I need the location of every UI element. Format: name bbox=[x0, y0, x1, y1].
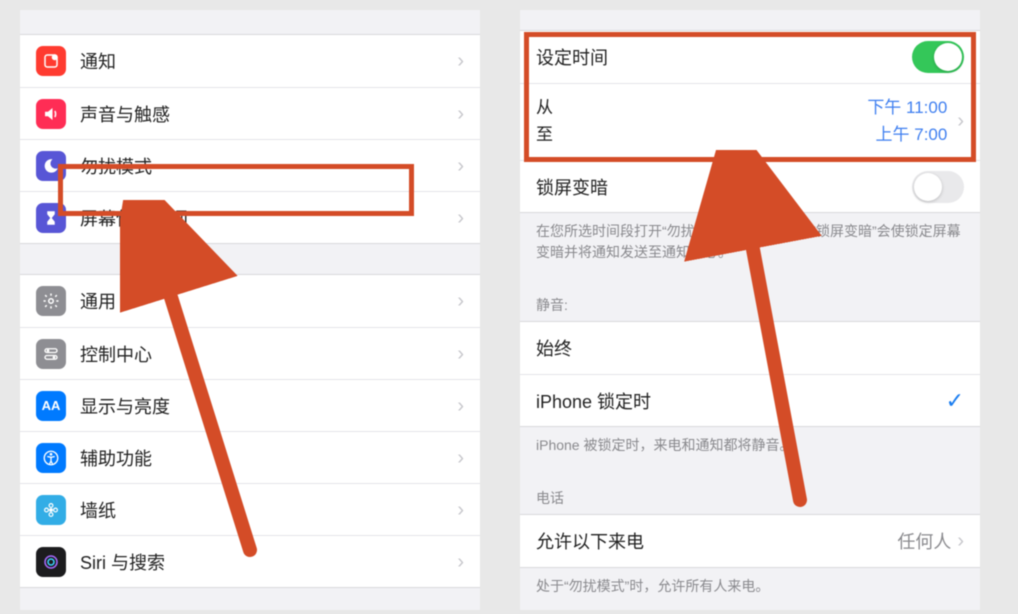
row-display[interactable]: AA 显示与亮度 bbox=[20, 379, 480, 431]
row-label: 勿扰模式 bbox=[80, 153, 457, 179]
row-accessibility[interactable]: 辅助功能 bbox=[20, 431, 480, 483]
silence-header: 静音: bbox=[520, 277, 980, 321]
chevron-right-icon bbox=[457, 396, 464, 416]
row-label: 墙纸 bbox=[80, 497, 457, 523]
chevron-right-icon bbox=[457, 344, 464, 364]
siri-icon bbox=[36, 547, 66, 577]
chevron-right-icon bbox=[457, 291, 464, 311]
row-label: 锁屏变暗 bbox=[536, 174, 912, 200]
chevron-right-icon bbox=[957, 531, 964, 551]
settings-group-2: 通用 控制中心 AA 显示与亮度 辅助功能 bbox=[20, 274, 480, 588]
chevron-right-icon bbox=[457, 208, 464, 228]
flower-icon bbox=[36, 495, 66, 525]
row-label: 始终 bbox=[536, 335, 964, 361]
row-label: 屏幕使用时间 bbox=[80, 205, 457, 231]
row-label: 控制中心 bbox=[80, 341, 457, 367]
dim-toggle[interactable] bbox=[912, 171, 964, 203]
silence-section: 始终 iPhone 锁定时 ✓ bbox=[520, 321, 980, 427]
row-label: iPhone 锁定时 bbox=[536, 388, 946, 414]
row-label: 辅助功能 bbox=[80, 445, 457, 471]
row-label: 通知 bbox=[80, 48, 457, 74]
accessibility-icon bbox=[36, 443, 66, 473]
hourglass-icon bbox=[36, 203, 66, 233]
allow-calls-footer: 处于“勿扰模式”时，允许所有人来电。 bbox=[520, 568, 980, 610]
sound-icon bbox=[36, 99, 66, 129]
row-allow-calls[interactable]: 允许以下来电 任何人 bbox=[520, 515, 980, 567]
to-label: 至 bbox=[536, 121, 553, 148]
row-locked[interactable]: iPhone 锁定时 ✓ bbox=[520, 374, 980, 426]
row-schedule-times[interactable]: 从 下午 11:00 至 上午 7:00 bbox=[520, 83, 980, 160]
row-dnd[interactable]: 勿扰模式 bbox=[20, 139, 480, 191]
chevron-right-icon bbox=[457, 552, 464, 572]
row-siri[interactable]: Siri 与搜索 bbox=[20, 535, 480, 587]
chevron-right-icon bbox=[457, 500, 464, 520]
to-value: 上午 7:00 bbox=[876, 121, 948, 148]
row-general[interactable]: 通用 bbox=[20, 275, 480, 327]
chevron-right-icon bbox=[457, 51, 464, 71]
row-scheduled[interactable]: 设定时间 bbox=[520, 31, 980, 83]
row-control-center[interactable]: 控制中心 bbox=[20, 327, 480, 379]
row-screentime[interactable]: 屏幕使用时间 bbox=[20, 191, 480, 243]
aa-icon: AA bbox=[36, 391, 66, 421]
row-label: 设定时间 bbox=[536, 44, 912, 70]
settings-group-1: 通知 声音与触感 勿扰模式 屏幕使用时间 bbox=[20, 34, 480, 244]
chevron-right-icon bbox=[457, 104, 464, 124]
scheduled-toggle[interactable] bbox=[912, 41, 964, 73]
row-notifications[interactable]: 通知 bbox=[20, 35, 480, 87]
chevron-right-icon bbox=[457, 448, 464, 468]
silence-footer: iPhone 被锁定时，来电和通知都将静音。 bbox=[520, 427, 980, 470]
chevron-right-icon bbox=[457, 156, 464, 176]
checkmark-icon: ✓ bbox=[946, 388, 964, 414]
from-label: 从 bbox=[536, 94, 553, 121]
switches-icon bbox=[36, 339, 66, 369]
phone-header: 电话 bbox=[520, 470, 980, 514]
dim-footer: 在您所选时间段打开“勿扰模式”。在此期间，“锁屏变暗”会使锁定屏幕变暗并将通知发… bbox=[520, 213, 980, 277]
row-label: 通用 bbox=[80, 288, 457, 314]
moon-icon bbox=[36, 151, 66, 181]
settings-list-screen: 通知 声音与触感 勿扰模式 屏幕使用时间 bbox=[20, 10, 480, 610]
allow-calls-value: 任何人 bbox=[897, 528, 951, 554]
schedule-section: 设定时间 从 下午 11:00 至 上午 7:00 锁屏变暗 bbox=[520, 30, 980, 213]
row-sounds[interactable]: 声音与触感 bbox=[20, 87, 480, 139]
dnd-settings-screen: 设定时间 从 下午 11:00 至 上午 7:00 锁屏变暗 在您所选时间段打开“勿… bbox=[520, 10, 980, 610]
phone-section: 允许以下来电 任何人 bbox=[520, 514, 980, 568]
row-wallpaper[interactable]: 墙纸 bbox=[20, 483, 480, 535]
row-label: 显示与亮度 bbox=[80, 393, 457, 419]
row-label: 声音与触感 bbox=[80, 101, 457, 127]
notification-icon bbox=[36, 46, 66, 76]
row-always[interactable]: 始终 bbox=[520, 322, 980, 374]
from-value: 下午 11:00 bbox=[867, 94, 947, 121]
gear-icon bbox=[36, 286, 66, 316]
row-label: Siri 与搜索 bbox=[80, 549, 457, 575]
row-dim-lock[interactable]: 锁屏变暗 bbox=[520, 160, 980, 212]
row-label: 允许以下来电 bbox=[536, 528, 897, 554]
chevron-right-icon bbox=[957, 111, 964, 131]
